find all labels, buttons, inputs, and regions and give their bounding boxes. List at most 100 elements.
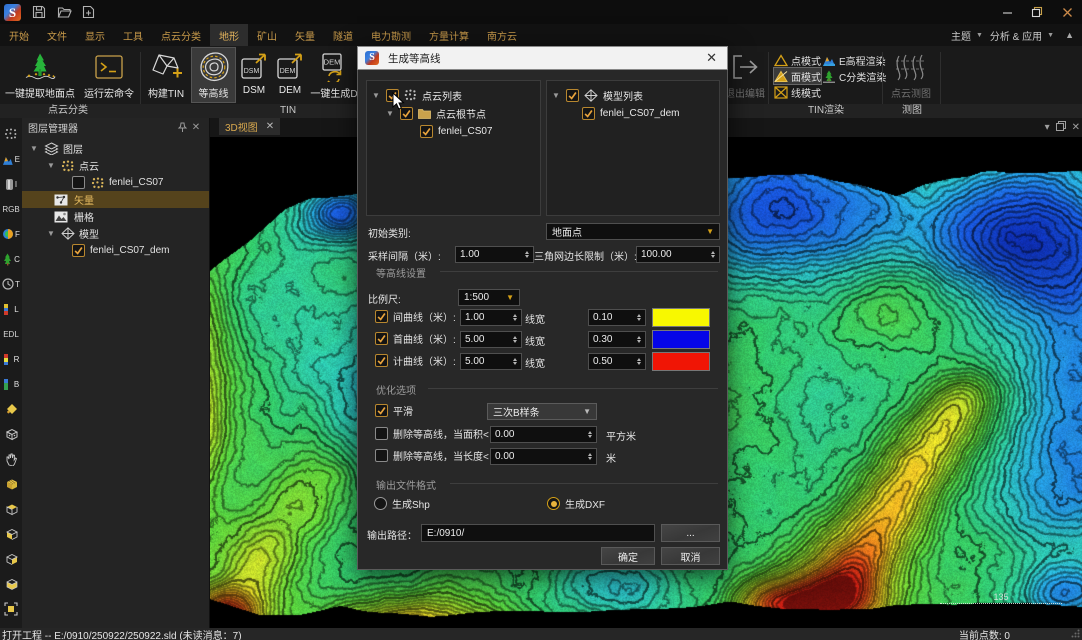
cube-top-view-icon[interactable] (2, 500, 20, 518)
collapse-arrow-icon[interactable]: ▼ (371, 90, 381, 100)
smooth-checkbox[interactable] (375, 404, 388, 417)
face-mode-button[interactable]: 面模式 (774, 68, 821, 84)
menu-item-tunnel[interactable]: 隧道 (324, 24, 362, 47)
open-folder-icon[interactable] (57, 5, 71, 19)
dialog-close-icon[interactable]: ✕ (706, 50, 717, 66)
menu-item-file[interactable]: 文件 (38, 24, 76, 47)
menu-item-display[interactable]: 显示 (76, 24, 114, 47)
initial-class-combo[interactable]: 地面点▼ (546, 223, 720, 240)
menu-item-vector[interactable]: 矢量 (286, 24, 324, 47)
layer-tree-row-layers[interactable]: ▼ 图层 (22, 140, 209, 157)
layer-tree-row-pointcloud[interactable]: ▼ 点云 (22, 157, 209, 174)
tree-checkbox-checked[interactable] (420, 125, 433, 138)
flightline-display-icon[interactable]: L (2, 300, 20, 318)
intensity-display-icon[interactable]: I (2, 175, 20, 193)
dsm-button[interactable]: DSM DSM (239, 48, 269, 102)
intermediate-contour-checkbox[interactable] (375, 310, 388, 323)
close-button[interactable] (1052, 0, 1082, 24)
menu-item-power-survey[interactable]: 电力勘测 (362, 24, 420, 47)
layer-tree-row-vector[interactable]: 矢量 (22, 191, 209, 208)
delete-length-spinbox[interactable]: 0.00 (490, 448, 597, 465)
tab-close-icon[interactable]: ✕ (266, 121, 274, 132)
layer-tree-row-model[interactable]: ▼ 模型 (22, 225, 209, 242)
menu-item-terrain[interactable]: 地形 (210, 24, 248, 47)
index-color-swatch[interactable] (652, 352, 710, 371)
spin-arrows-icon[interactable] (525, 251, 529, 258)
spin-arrows-icon[interactable] (513, 336, 517, 343)
analysis-menu[interactable]: 分析 & 应用 (990, 28, 1042, 43)
panel-close-icon[interactable]: ✕ (1072, 122, 1080, 133)
pin-icon[interactable] (175, 121, 189, 135)
panel-close-icon[interactable]: ✕ (189, 121, 203, 135)
contour-button[interactable]: 等高线 (192, 48, 235, 102)
tree-row-model-list[interactable]: ▼ 模型列表 (547, 86, 719, 104)
collapse-arrow-icon[interactable]: ▼ (46, 229, 56, 239)
menu-item-south-cloud[interactable]: 南方云 (478, 24, 526, 47)
delete-area-checkbox[interactable] (375, 427, 388, 440)
panel-dropdown-icon[interactable]: ▾ (1045, 122, 1050, 133)
rgb-display-icon[interactable]: RGB (2, 200, 20, 218)
cube-back-view-icon[interactable] (2, 575, 20, 593)
elevation-render-button[interactable]: E高程渲染 (822, 52, 886, 68)
ribbon-collapse-icon[interactable]: ▲ (1065, 30, 1074, 40)
menu-item-volume-calc[interactable]: 方量计算 (420, 24, 478, 47)
smooth-method-combo[interactable]: 三次B样条▼ (487, 403, 597, 420)
dxf-radio[interactable] (547, 497, 560, 510)
layer-checkbox-checked[interactable] (72, 244, 85, 257)
one-key-dem-button[interactable]: DEM 一键生成D (311, 48, 357, 102)
tab-3d-view[interactable]: 3D视图 ✕ (219, 118, 280, 135)
b-display-icon[interactable]: B (2, 375, 20, 393)
menu-item-start[interactable]: 开始 (0, 24, 38, 47)
spin-arrows-icon[interactable] (588, 453, 592, 460)
cube-front-view-icon[interactable] (2, 525, 20, 543)
normal-display-icon[interactable]: R (2, 350, 20, 368)
save-icon[interactable] (32, 5, 46, 19)
primary-width-spinbox[interactable]: 0.30 (588, 331, 646, 348)
spin-arrows-icon[interactable] (637, 358, 641, 365)
index-interval-spinbox[interactable]: 5.00 (460, 353, 522, 370)
zoom-extent-icon[interactable] (2, 600, 20, 618)
point-cloud-display-icon[interactable] (2, 125, 20, 143)
scale-combo[interactable]: 1:500▼ (458, 289, 520, 306)
minimize-button[interactable] (992, 0, 1022, 24)
collapse-arrow-icon[interactable]: ▼ (551, 90, 561, 100)
spin-arrows-icon[interactable] (637, 314, 641, 321)
extract-ground-button[interactable]: 一键提取地面点 (2, 48, 78, 102)
triangle-limit-spinbox[interactable]: 100.00 (636, 246, 720, 263)
tree-checkbox-checked[interactable] (582, 107, 595, 120)
resize-grip-icon[interactable] (1071, 629, 1080, 638)
build-tin-button[interactable]: 构建TIN (144, 48, 188, 102)
index-width-spinbox[interactable]: 0.50 (588, 353, 646, 370)
point-mode-button[interactable]: 点模式 (774, 52, 821, 68)
spin-arrows-icon[interactable] (588, 431, 592, 438)
menu-item-tools[interactable]: 工具 (114, 24, 152, 47)
run-macro-button[interactable]: 运行宏命令 (82, 48, 136, 102)
ok-button[interactable]: 确定 (601, 547, 655, 565)
cube-solid-view-icon[interactable] (2, 475, 20, 493)
primary-contour-checkbox[interactable] (375, 332, 388, 345)
new-file-icon[interactable] (82, 5, 96, 19)
intermediate-color-swatch[interactable] (652, 308, 710, 327)
class-render-button[interactable]: C分类渲染 (822, 68, 886, 84)
delete-length-checkbox[interactable] (375, 449, 388, 462)
spin-arrows-icon[interactable] (513, 314, 517, 321)
delete-area-spinbox[interactable]: 0.00 (490, 426, 597, 443)
menu-item-pointcloud-classify[interactable]: 点云分类 (152, 24, 210, 47)
browse-button[interactable]: ... (661, 524, 720, 542)
layer-tree-row-raster[interactable]: 栅格 (22, 208, 209, 225)
classification-display-icon[interactable]: C (2, 250, 20, 268)
line-mode-button[interactable]: 线模式 (774, 84, 821, 100)
pan-tool-icon[interactable] (2, 450, 20, 468)
bucket-tool-icon[interactable] (2, 400, 20, 418)
primary-interval-spinbox[interactable]: 5.00 (460, 331, 522, 348)
spin-arrows-icon[interactable] (711, 251, 715, 258)
collapse-arrow-icon[interactable]: ▼ (29, 144, 39, 154)
edl-display-icon[interactable]: EDL (2, 325, 20, 343)
restore-button[interactable] (1022, 0, 1052, 24)
exit-edit-button[interactable]: 退出编辑 (722, 48, 768, 102)
sample-interval-spinbox[interactable]: 1.00 (455, 246, 534, 263)
collapse-arrow-icon[interactable]: ▼ (46, 161, 56, 171)
tree-row-fenlei-cs07-dem[interactable]: fenlei_CS07_dem (547, 104, 719, 122)
dialog-title-bar[interactable]: S 生成等高线 ✕ (357, 46, 728, 70)
primary-color-swatch[interactable] (652, 330, 710, 349)
